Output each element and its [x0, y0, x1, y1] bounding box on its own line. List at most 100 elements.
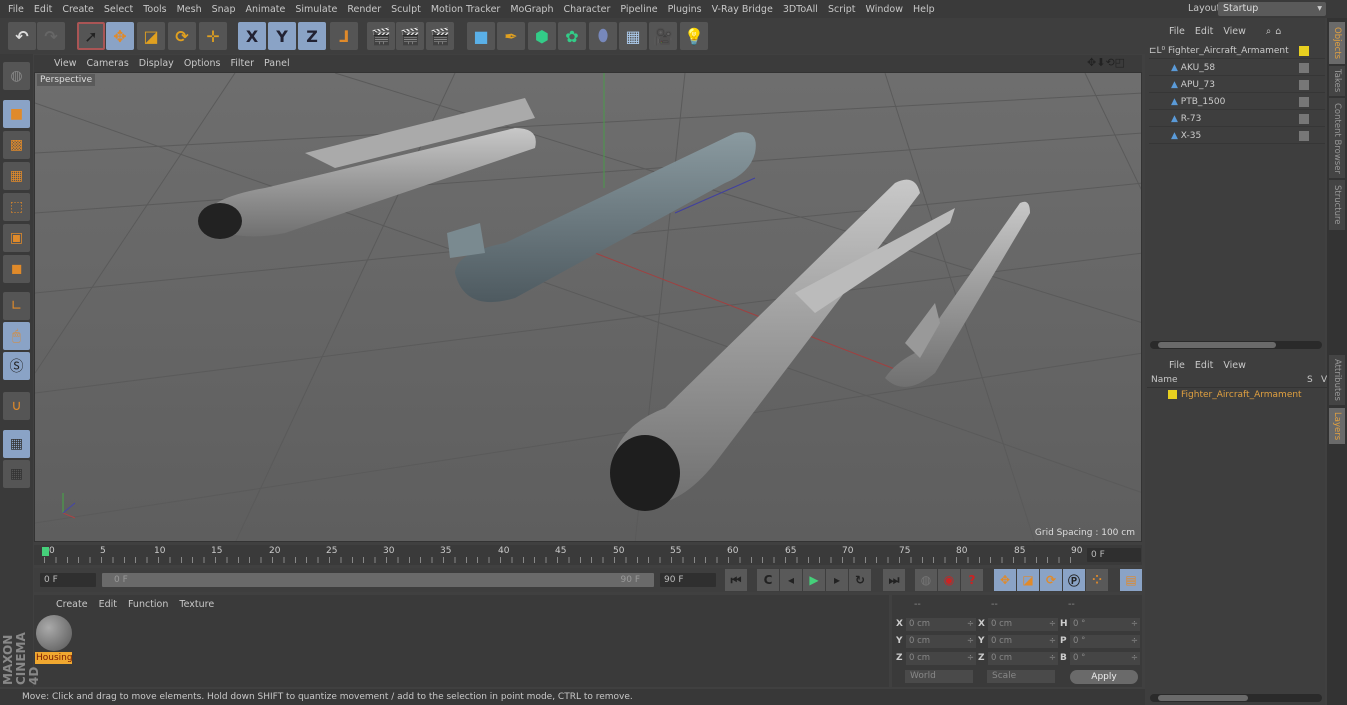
workplane-lock-icon[interactable]: ▦	[3, 430, 30, 458]
coordinate-mode-dropdown[interactable]: World	[905, 670, 973, 683]
menu-snap[interactable]: Snap	[210, 4, 238, 15]
camera-icon[interactable]: 🎥	[649, 22, 677, 50]
object-row[interactable]: ▲ AKU_58	[1149, 60, 1325, 76]
floor-icon[interactable]: ▦	[619, 22, 647, 50]
layer-manager-scrollbar[interactable]	[1150, 694, 1322, 702]
object-row[interactable]: ▲ X-35	[1149, 128, 1325, 144]
go-to-end-icon[interactable]: ⏭	[883, 569, 905, 591]
tab-layers[interactable]: Layers	[1329, 408, 1345, 444]
size-x-field[interactable]: 0 cm	[988, 618, 1058, 631]
tab-content-browser[interactable]: Content Browser	[1329, 98, 1345, 178]
rotate-icon[interactable]: ⟳	[168, 22, 196, 50]
lm-menu-edit[interactable]: Edit	[1195, 360, 1213, 371]
transform-mode-dropdown[interactable]: Scale	[987, 670, 1055, 683]
x-axis-lock-icon[interactable]: X	[238, 22, 266, 50]
timeline-ruler[interactable]: 0 5 10 15 20 25 30 35 40 45 50 55 60 65 …	[34, 545, 1142, 565]
menu-mesh[interactable]: Mesh	[175, 4, 204, 15]
model-mode-icon[interactable]: ■	[3, 100, 30, 128]
last-tool-icon[interactable]: ✛	[199, 22, 227, 50]
menu-select[interactable]: Select	[102, 4, 135, 15]
material-tag[interactable]	[1299, 114, 1309, 124]
viewport-menu-options[interactable]: Options	[184, 58, 221, 69]
render-view-icon[interactable]: 🎬	[367, 22, 395, 50]
menu-help[interactable]: Help	[911, 4, 937, 15]
menu-3dtoall[interactable]: 3DToAll	[781, 4, 820, 15]
object-manager-scrollbar[interactable]	[1150, 341, 1322, 349]
tab-objects[interactable]: Objects	[1329, 22, 1345, 64]
deformer-icon[interactable]: ⬮	[589, 22, 617, 50]
menu-plugins[interactable]: Plugins	[666, 4, 704, 15]
pos-z-field[interactable]: 0 cm	[906, 652, 976, 665]
column-solo[interactable]: S	[1307, 375, 1313, 385]
tab-takes[interactable]: Takes	[1329, 66, 1345, 96]
move-icon[interactable]: ✥	[106, 22, 134, 50]
go-to-start-icon[interactable]: ⏮	[725, 569, 747, 591]
points-mode-icon[interactable]: ⬚	[3, 193, 30, 221]
key-position-icon[interactable]: ✥	[994, 569, 1016, 591]
cloner-icon[interactable]: ✿	[558, 22, 586, 50]
subdivision-surface-icon[interactable]: ⬢	[528, 22, 556, 50]
live-selection-icon[interactable]: ➚	[77, 22, 105, 50]
viewport-menu-view[interactable]: View	[54, 58, 77, 69]
menu-sculpt[interactable]: Sculpt	[389, 4, 423, 15]
menu-motion-tracker[interactable]: Motion Tracker	[429, 4, 503, 15]
material-name[interactable]: Housing	[35, 652, 72, 664]
key-rotation-icon[interactable]: ⟳	[1040, 569, 1062, 591]
texture-mode-icon[interactable]: ▩	[3, 131, 30, 159]
render-settings-icon[interactable]: 🎬	[426, 22, 454, 50]
solo-mode-icon[interactable]: Ⓢ	[3, 352, 30, 380]
next-key-icon[interactable]: ↻	[849, 569, 871, 591]
search-icon[interactable]: ⌕	[1266, 26, 1271, 37]
record-keys-icon[interactable]: ◍	[915, 569, 937, 591]
y-axis-lock-icon[interactable]: Y	[268, 22, 296, 50]
render-to-picture-viewer-icon[interactable]: 🎬	[396, 22, 424, 50]
object-row-root[interactable]: ⊏L⁰ Fighter_Aircraft_Armament	[1149, 43, 1325, 59]
layer-color-tag[interactable]	[1299, 46, 1309, 56]
end-frame-field[interactable]: 90 F	[660, 573, 716, 587]
material-menu-create[interactable]: Create	[56, 599, 88, 610]
viewport-menu-filter[interactable]: Filter	[230, 58, 254, 69]
menu-file[interactable]: File	[6, 4, 26, 15]
layer-row[interactable]: Fighter_Aircraft_Armament	[1158, 390, 1328, 403]
pan-icon[interactable]: ✥	[1087, 56, 1096, 69]
polygons-mode-icon[interactable]: ◼	[3, 255, 30, 283]
tweak-mode-icon[interactable]: 🖱	[3, 322, 30, 350]
axis-mode-icon[interactable]: ∟	[3, 292, 30, 320]
lm-menu-view[interactable]: View	[1223, 360, 1246, 371]
object-row[interactable]: ▲ PTB_1500	[1149, 94, 1325, 110]
size-z-field[interactable]: 0 cm	[988, 652, 1058, 665]
maximize-view-icon[interactable]: ◰	[1115, 56, 1125, 69]
orbit-icon[interactable]: ⟲	[1105, 56, 1114, 69]
menu-script[interactable]: Script	[826, 4, 858, 15]
om-menu-file[interactable]: File	[1169, 26, 1185, 37]
menu-character[interactable]: Character	[561, 4, 612, 15]
menu-animate[interactable]: Animate	[244, 4, 288, 15]
om-menu-view[interactable]: View	[1223, 26, 1246, 37]
menu-render[interactable]: Render	[345, 4, 383, 15]
undo-icon[interactable]: ↶	[8, 22, 36, 50]
light-icon[interactable]: 💡	[680, 22, 708, 50]
coordinate-system-icon[interactable]: ⅃	[330, 22, 358, 50]
play-icon[interactable]: ▶	[803, 569, 825, 591]
current-frame-field[interactable]: 0 F	[1087, 548, 1141, 562]
rot-h-field[interactable]: 0 °	[1070, 618, 1140, 631]
lm-menu-file[interactable]: File	[1169, 360, 1185, 371]
menu-window[interactable]: Window	[864, 4, 905, 15]
range-slider[interactable]: 0 F 90 F	[102, 573, 654, 587]
object-row[interactable]: ▲ APU_73	[1149, 77, 1325, 93]
rot-b-field[interactable]: 0 °	[1070, 652, 1140, 665]
tab-structure[interactable]: Structure	[1329, 180, 1345, 230]
keyframe-selection-icon[interactable]: ?	[961, 569, 983, 591]
menu-simulate[interactable]: Simulate	[293, 4, 339, 15]
home-icon[interactable]: ⌂	[1275, 26, 1281, 37]
viewport-menu-panel[interactable]: Panel	[264, 58, 290, 69]
camera-label[interactable]: Perspective	[37, 74, 96, 86]
workplane-mode-icon[interactable]: ▦	[3, 162, 30, 190]
redo-icon[interactable]: ↷	[37, 22, 65, 50]
pos-x-field[interactable]: 0 cm	[906, 618, 976, 631]
snap-icon[interactable]: ∪	[3, 392, 30, 420]
auto-keying-icon[interactable]: ◉	[938, 569, 960, 591]
layer-color-swatch[interactable]	[1168, 390, 1177, 399]
material-menu-function[interactable]: Function	[128, 599, 168, 610]
make-editable-icon[interactable]: ◍	[3, 62, 30, 90]
